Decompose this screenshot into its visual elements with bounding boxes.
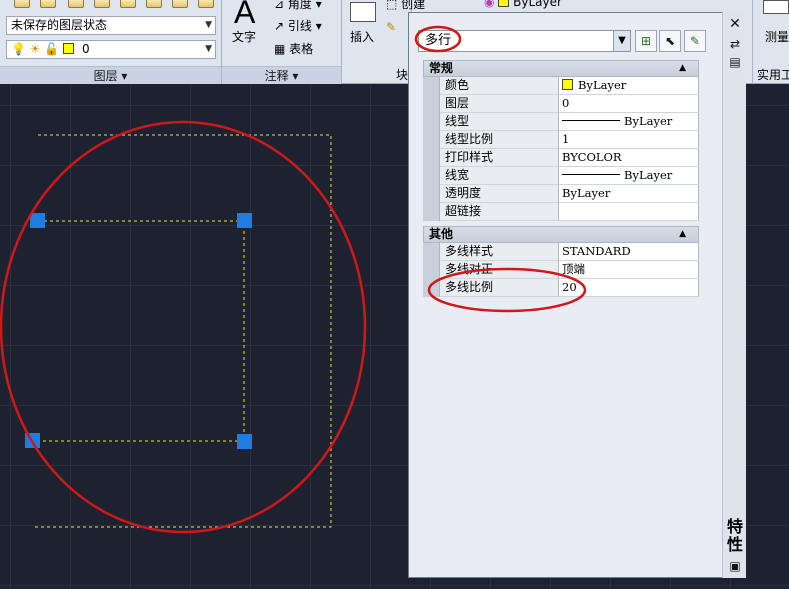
property-row-linetype-scale[interactable]: 线型比例 1: [423, 131, 699, 149]
grip-handle[interactable]: [237, 213, 252, 228]
misc-section: 其他 ▲ 多线样式 STANDARD 多线对正 顶端 多线比例 20: [423, 226, 699, 297]
property-name: 图层: [440, 95, 559, 113]
general-section: 常规 ▲ 颜色 ByLayer 图层 0 线型 ByLayer 线型比例 1 打…: [423, 60, 699, 221]
property-row-mline-justification[interactable]: 多线对正 顶端: [423, 261, 699, 279]
property-row-transparency[interactable]: 透明度 ByLayer: [423, 185, 699, 203]
palette-title-bar[interactable]: ✕ ⇄ ▤ 特性 ▣: [722, 12, 746, 578]
property-name: 超链接: [440, 203, 559, 221]
property-name: 打印样式: [440, 149, 559, 167]
properties-menu-icon[interactable]: ▤: [727, 54, 743, 70]
property-row-color[interactable]: 颜色 ByLayer: [423, 77, 699, 95]
row-gutter: [423, 131, 440, 149]
collapse-icon[interactable]: ▲: [679, 61, 686, 76]
property-value[interactable]: ByLayer: [559, 167, 699, 185]
palette-title: 特性: [724, 518, 743, 554]
row-gutter: [423, 113, 440, 131]
property-name: 线型比例: [440, 131, 559, 149]
property-row-hyperlink[interactable]: 超链接: [423, 203, 699, 221]
property-name: 多线样式: [440, 243, 559, 261]
row-gutter: [423, 167, 440, 185]
property-value[interactable]: ByLayer: [559, 185, 699, 203]
property-name: 线型: [440, 113, 559, 131]
linetype-preview: [562, 120, 620, 121]
property-row-mline-scale[interactable]: 多线比例 20: [423, 279, 699, 297]
property-value[interactable]: 顶端: [559, 261, 699, 279]
color-swatch: [562, 79, 573, 90]
property-value[interactable]: BYCOLOR: [559, 149, 699, 167]
general-section-title: 常规: [429, 61, 454, 75]
object-type-dropdown[interactable]: 多行 ▼: [418, 30, 631, 52]
property-row-plot-style[interactable]: 打印样式 BYCOLOR: [423, 149, 699, 167]
chevron-down-icon: ▼: [613, 31, 630, 51]
object-type-value: 多行: [425, 33, 452, 48]
color-value-text: ByLayer: [578, 78, 627, 92]
row-gutter: [423, 203, 440, 221]
annotation-ellipse: [0, 120, 367, 534]
grip-handle[interactable]: [237, 434, 252, 449]
collapse-icon[interactable]: ▲: [679, 227, 686, 242]
select-objects-button[interactable]: ⬉: [659, 30, 681, 52]
property-value[interactable]: ByLayer: [559, 113, 699, 131]
lineweight-value-text: ByLayer: [624, 168, 673, 182]
property-value[interactable]: STANDARD: [559, 243, 699, 261]
property-value[interactable]: [559, 203, 699, 221]
lineweight-preview: [562, 174, 620, 175]
misc-section-header[interactable]: 其他 ▲: [423, 226, 699, 243]
multiline-selected-path[interactable]: [32, 220, 245, 442]
property-value[interactable]: 0: [559, 95, 699, 113]
misc-section-title: 其他: [429, 227, 454, 241]
row-gutter: [423, 149, 440, 167]
property-row-lineweight[interactable]: 线宽 ByLayer: [423, 167, 699, 185]
palette-settings-icon[interactable]: ▣: [727, 558, 743, 574]
row-gutter: [423, 279, 440, 297]
property-value[interactable]: 20: [559, 279, 699, 297]
multiline-outer-boundary[interactable]: [32, 134, 332, 528]
close-icon[interactable]: ✕: [727, 16, 743, 32]
property-row-layer[interactable]: 图层 0: [423, 95, 699, 113]
property-name: 颜色: [440, 77, 559, 95]
row-gutter: [423, 185, 440, 203]
row-gutter: [423, 243, 440, 261]
property-name: 线宽: [440, 167, 559, 185]
property-value[interactable]: ByLayer: [559, 77, 699, 95]
property-value[interactable]: 1: [559, 131, 699, 149]
property-name: 多线对正: [440, 261, 559, 279]
linetype-value-text: ByLayer: [624, 114, 673, 128]
row-gutter: [423, 95, 440, 113]
property-row-linetype[interactable]: 线型 ByLayer: [423, 113, 699, 131]
row-gutter: [423, 77, 440, 95]
property-name: 透明度: [440, 185, 559, 203]
property-row-mline-style[interactable]: 多线样式 STANDARD: [423, 243, 699, 261]
general-section-header[interactable]: 常规 ▲: [423, 60, 699, 77]
quick-select-button[interactable]: ✎: [684, 30, 706, 52]
row-gutter: [423, 261, 440, 279]
grip-handle[interactable]: [30, 213, 45, 228]
auto-hide-icon[interactable]: ⇄: [727, 36, 743, 52]
toggle-pickadd-button[interactable]: ⊞: [635, 30, 657, 52]
property-name: 多线比例: [440, 279, 559, 297]
